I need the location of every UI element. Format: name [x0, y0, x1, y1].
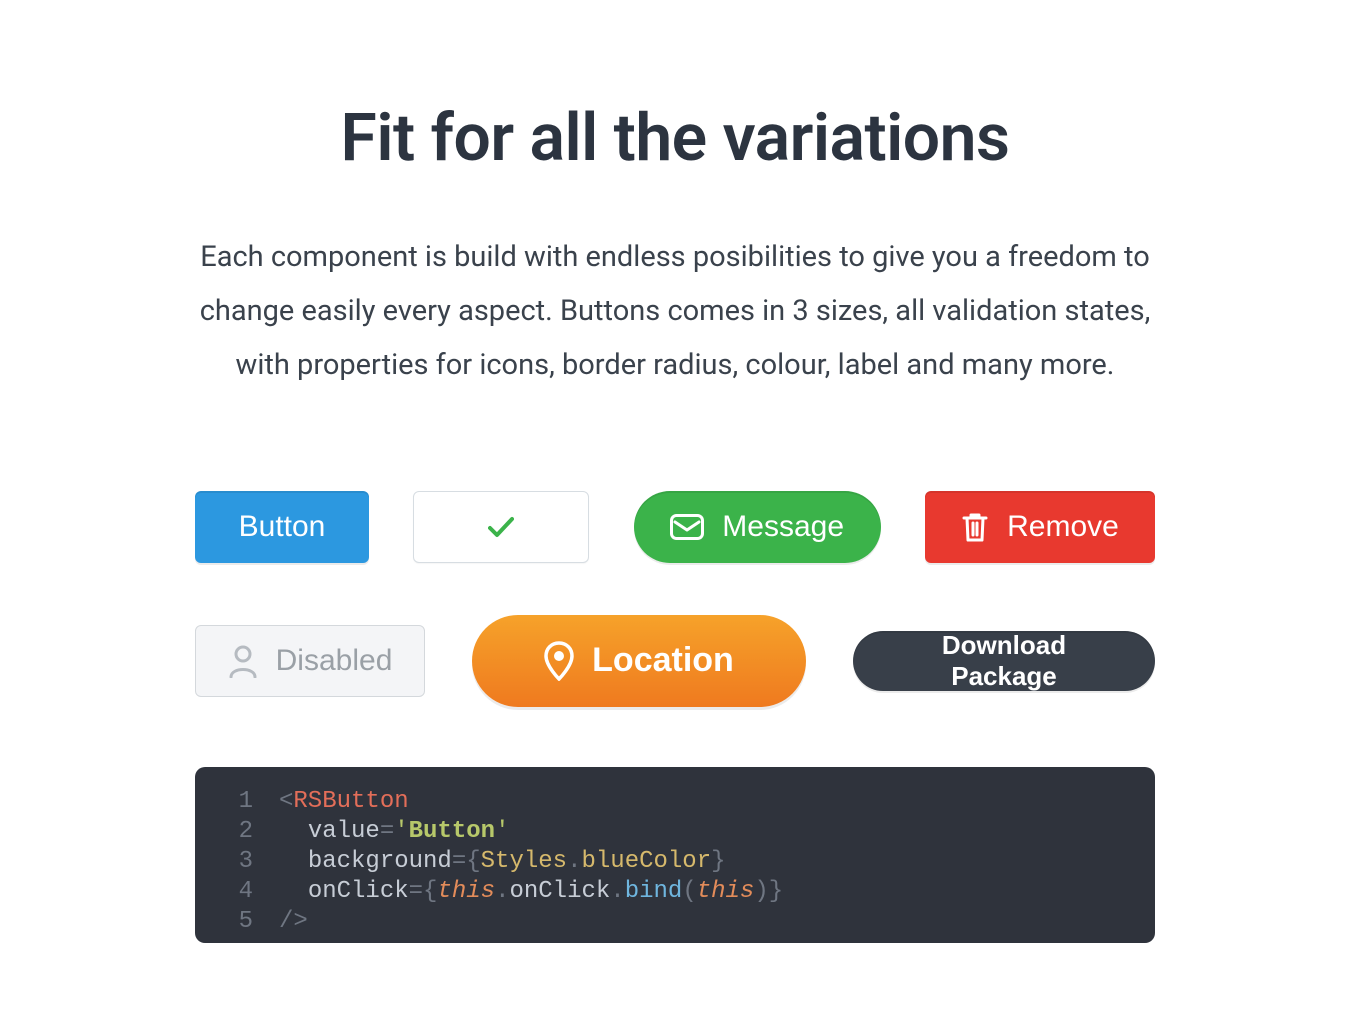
button-message[interactable]: Message — [634, 491, 881, 563]
button-label: Message — [722, 510, 844, 544]
line-number: 5 — [215, 907, 253, 937]
pin-icon — [544, 641, 574, 681]
button-label: Location — [592, 641, 734, 680]
check-icon — [488, 516, 514, 538]
button-location[interactable]: Location — [472, 615, 806, 707]
button-label: Button — [239, 510, 326, 544]
code-line: 4 onClick={this.onClick.bind(this)} — [215, 877, 1135, 907]
button-primary[interactable]: Button — [195, 491, 369, 563]
button-label: Disabled — [276, 644, 393, 678]
page-lead: Each component is build with endless pos… — [195, 231, 1155, 393]
button-remove[interactable]: Remove — [925, 491, 1155, 563]
button-row-2: Disabled Location Download Package — [195, 615, 1155, 707]
button-examples: Button Message Remove — [195, 491, 1155, 707]
code-line: 3 background={Styles.blueColor} — [215, 847, 1135, 877]
code-line: 1<RSButton — [215, 787, 1135, 817]
button-disabled: Disabled — [195, 625, 425, 697]
code-block: 1<RSButton 2 value='Button' 3 background… — [195, 767, 1155, 943]
line-number: 4 — [215, 877, 253, 907]
button-row-1: Button Message Remove — [195, 491, 1155, 563]
user-icon — [228, 644, 258, 678]
button-download[interactable]: Download Package — [853, 631, 1155, 691]
code-line: 2 value='Button' — [215, 817, 1135, 847]
page-heading: Fit for all the variations — [195, 100, 1155, 177]
button-label: Download Package — [889, 630, 1119, 692]
button-check[interactable] — [413, 491, 589, 563]
code-line: 5/> — [215, 907, 1135, 937]
envelope-icon — [670, 514, 704, 540]
line-number: 3 — [215, 847, 253, 877]
trash-icon — [961, 511, 989, 543]
line-number: 2 — [215, 817, 253, 847]
line-number: 1 — [215, 787, 253, 817]
button-label: Remove — [1007, 510, 1119, 544]
